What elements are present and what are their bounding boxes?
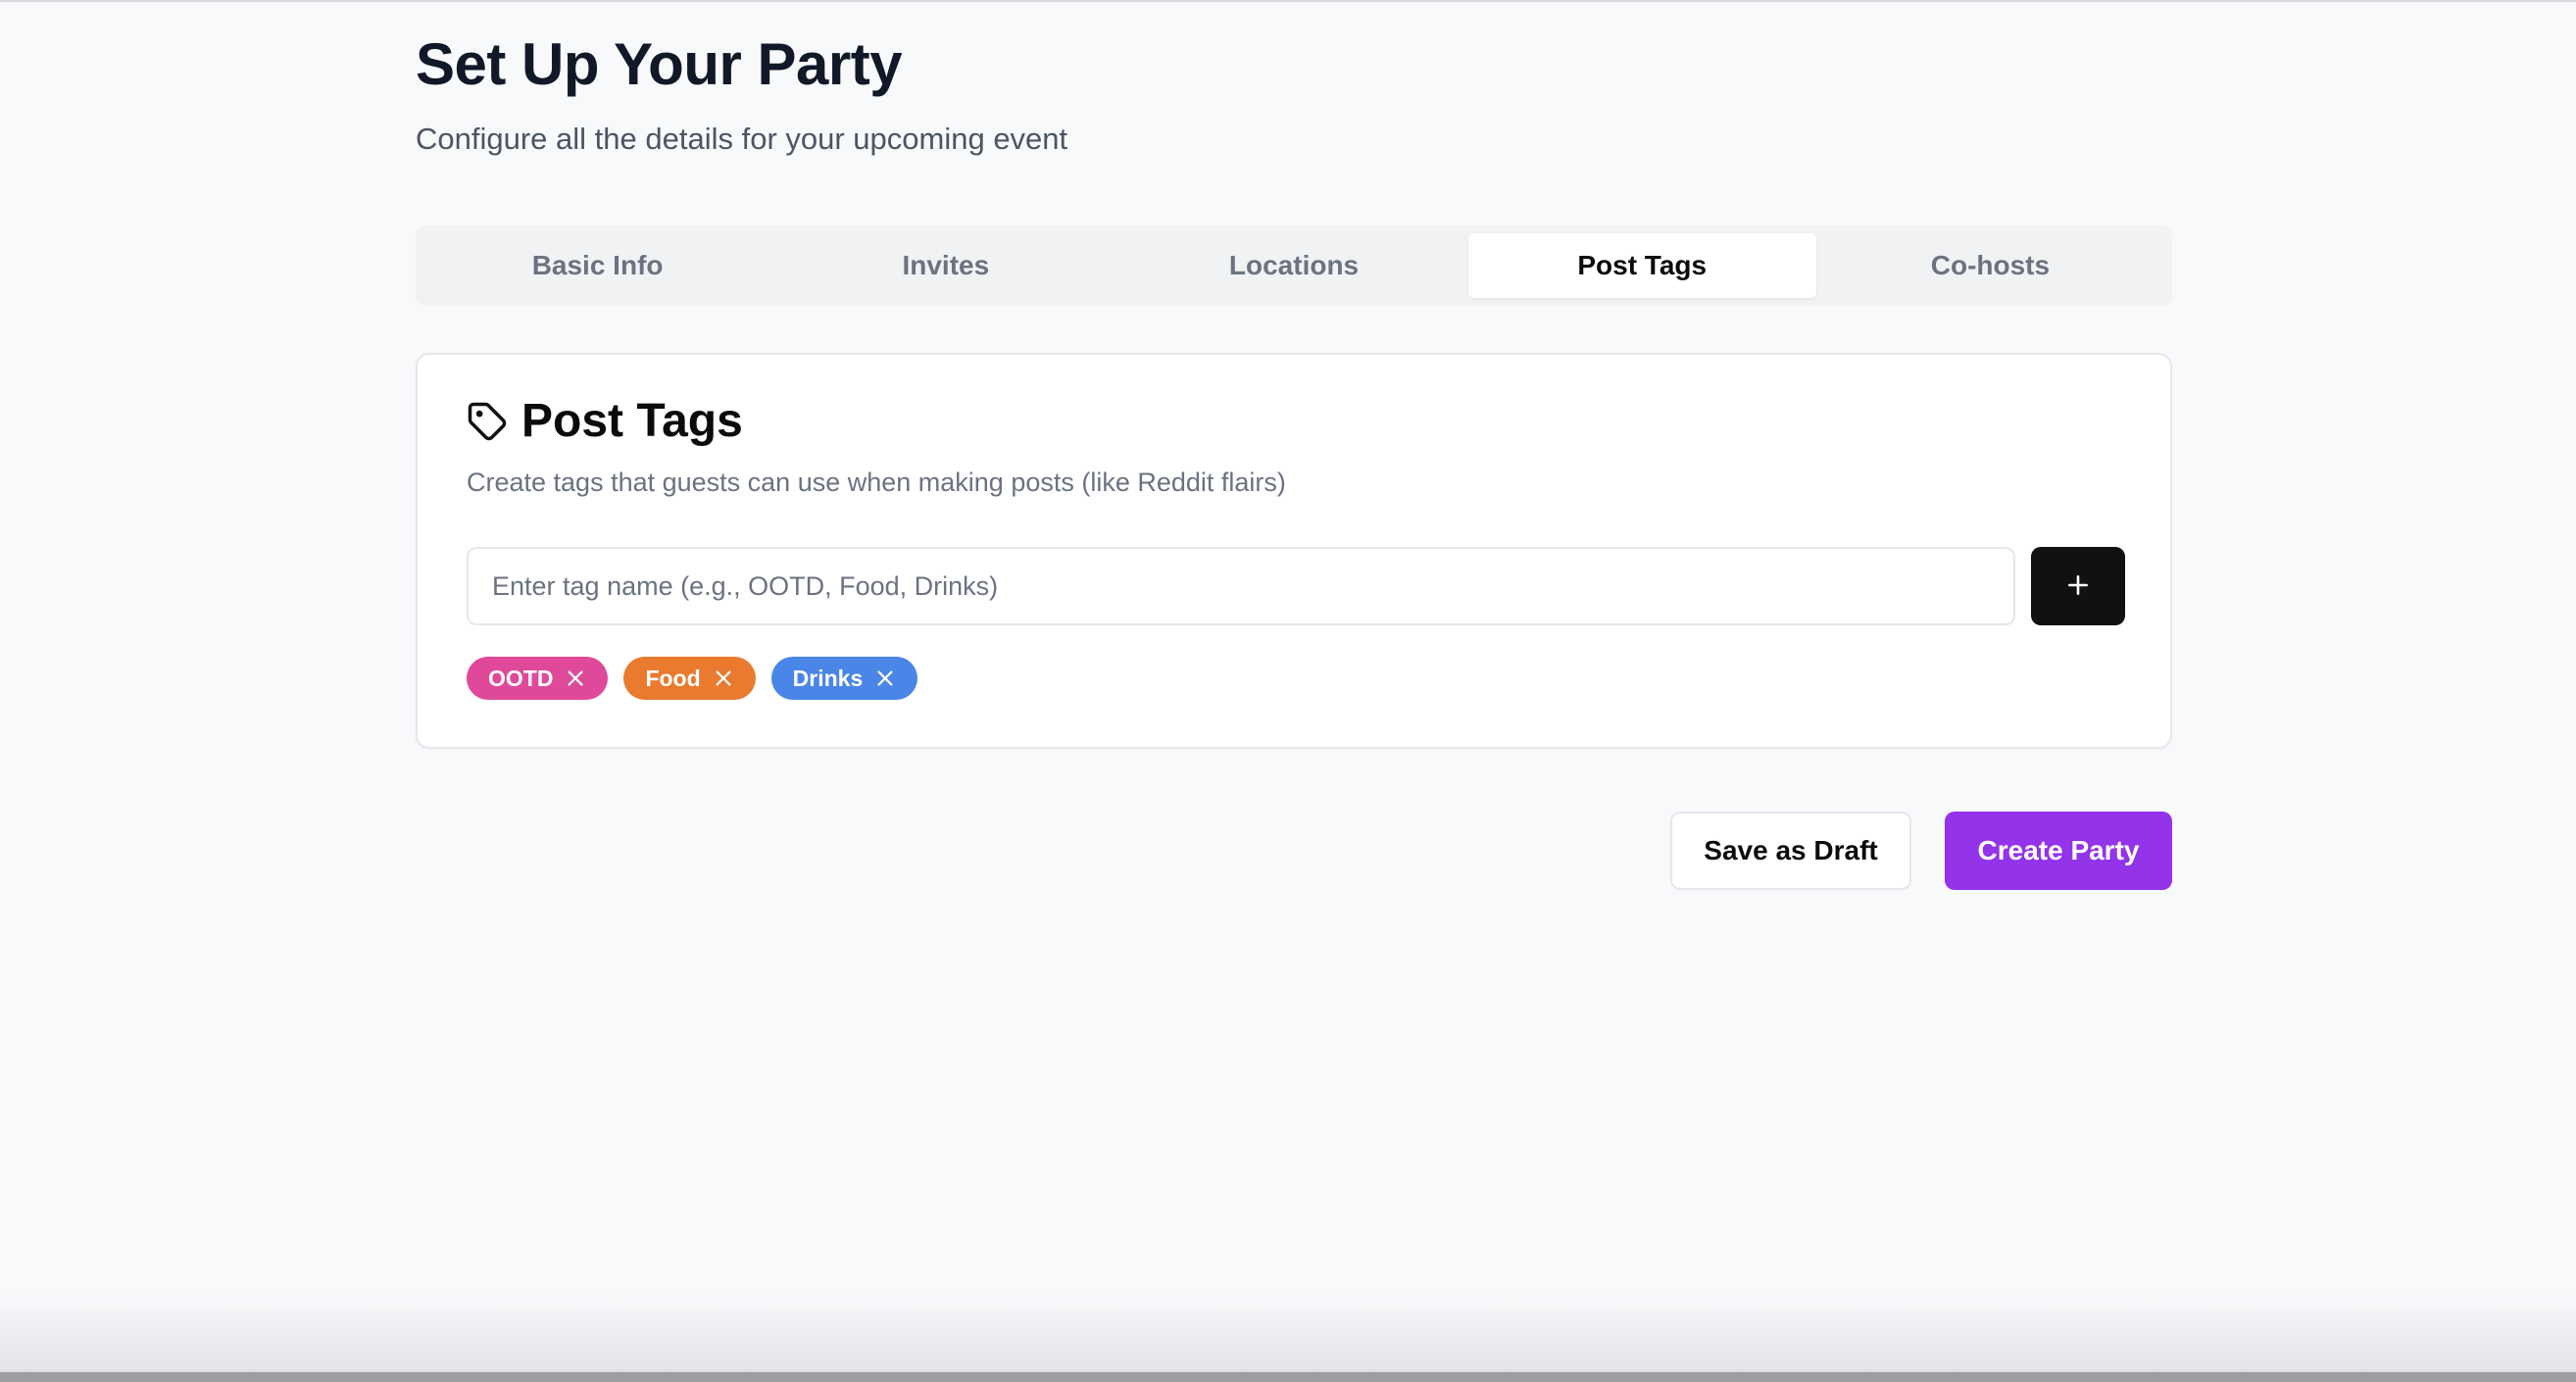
tab-locations[interactable]: Locations	[1119, 233, 1467, 298]
window-top-border	[0, 0, 2576, 2]
tag-chip-label: OOTD	[488, 665, 554, 691]
save-draft-button[interactable]: Save as Draft	[1670, 812, 1911, 890]
window-bottom-shadow	[0, 1294, 2576, 1382]
tab-post-tags[interactable]: Post Tags	[1467, 233, 1816, 298]
window-bottom-edge	[0, 1372, 2576, 1382]
tab-co-hosts[interactable]: Co-hosts	[1816, 233, 2164, 298]
tag-chip-food: Food	[623, 657, 756, 700]
create-party-button[interactable]: Create Party	[1945, 812, 2172, 890]
close-icon[interactable]	[713, 667, 734, 689]
tag-icon	[467, 401, 508, 442]
close-icon[interactable]	[874, 667, 896, 689]
card-description: Create tags that guests can use when mak…	[467, 468, 1286, 497]
add-tag-button[interactable]	[2031, 547, 2125, 625]
close-icon[interactable]	[565, 667, 586, 689]
tab-basic-info[interactable]: Basic Info	[423, 233, 771, 298]
setup-tabs: Basic Info Invites Locations Post Tags C…	[416, 225, 2172, 306]
page-title: Set Up Your Party	[416, 31, 903, 97]
tag-list: OOTD Food Drinks	[467, 657, 918, 700]
tag-name-input[interactable]	[467, 547, 2015, 625]
tab-invites[interactable]: Invites	[771, 233, 1119, 298]
page-subtitle: Configure all the details for your upcom…	[416, 122, 1068, 156]
card-header: Post Tags	[467, 394, 743, 449]
tag-chip-drinks: Drinks	[770, 657, 918, 700]
tag-chip-label: Drinks	[792, 665, 864, 691]
tag-chip-ootd: OOTD	[467, 657, 609, 700]
post-tags-card: Post Tags Create tags that guests can us…	[416, 353, 2172, 749]
card-title: Post Tags	[521, 395, 743, 447]
tag-chip-label: Food	[645, 665, 701, 691]
plus-icon	[2065, 572, 2091, 601]
